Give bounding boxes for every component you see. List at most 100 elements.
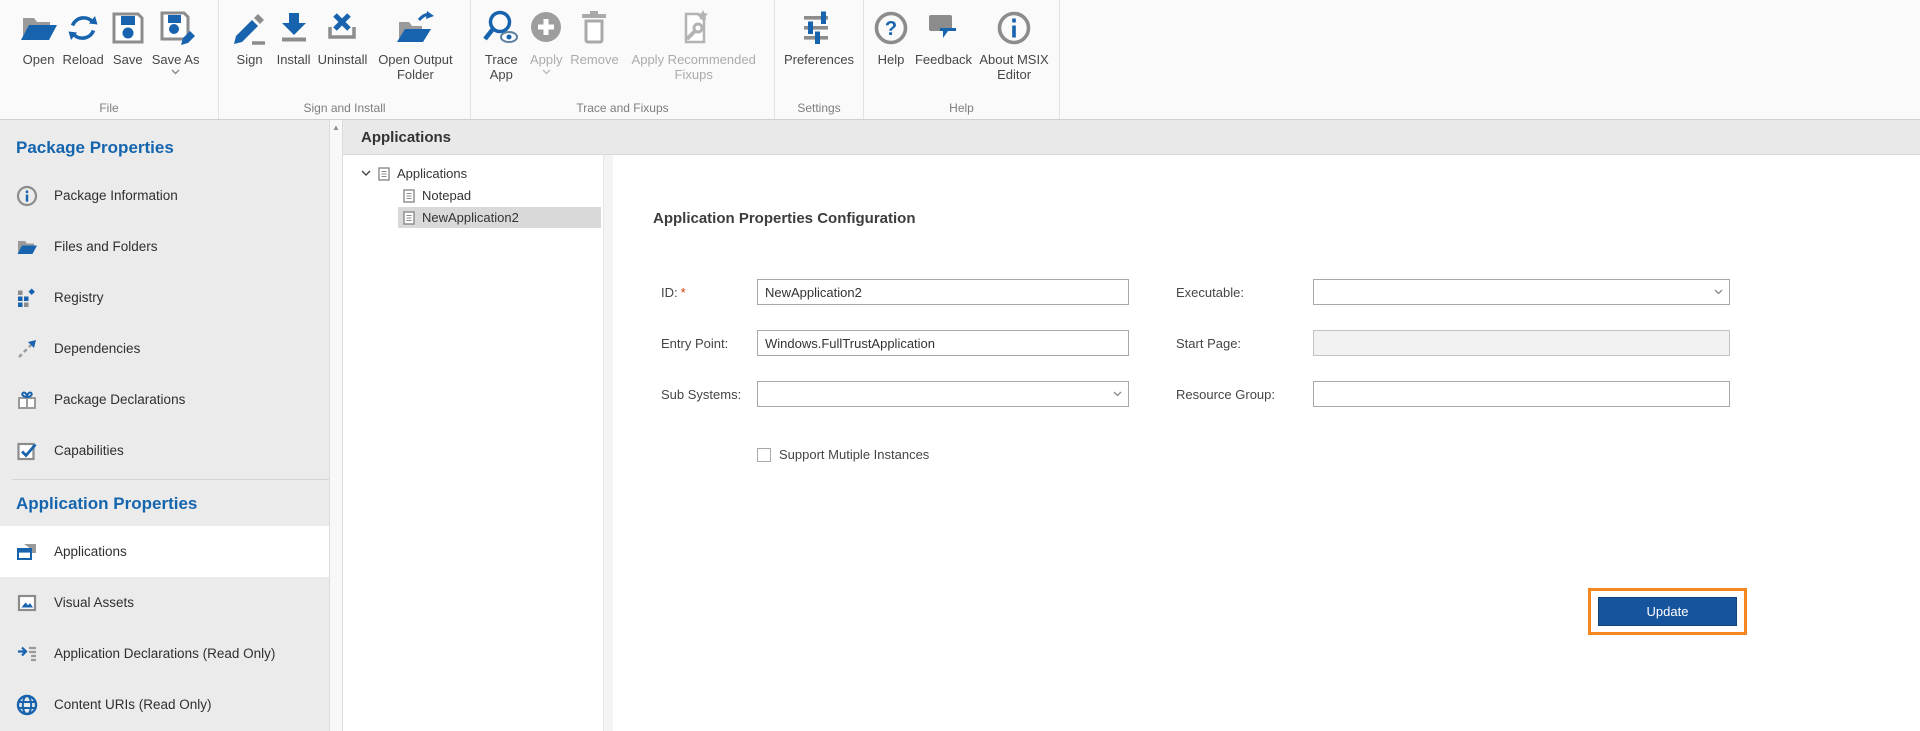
id-input[interactable] [757,279,1129,305]
install-button[interactable]: Install [272,7,316,67]
sidebar-item-registry[interactable]: Registry [0,272,329,323]
help-button[interactable]: ? Help [869,7,913,67]
content-header: Applications [343,120,1920,155]
save-as-button[interactable]: Save As [150,7,202,75]
apply-plus-icon [526,7,566,49]
document-icon [403,211,415,225]
feedback-button[interactable]: Feedback [913,7,974,67]
trace-app-magnifier-icon [481,7,521,49]
sub-systems-combobox[interactable] [757,381,1129,407]
content-area: Applications Applications [343,120,1920,731]
sidebar-item-label: Applications [54,544,127,559]
reload-button-label: Reload [63,52,104,67]
tree-node-newapplication2[interactable]: NewApplication2 [398,207,601,228]
sidebar-item-label: Application Declarations (Read Only) [54,646,275,661]
update-button[interactable]: Update [1598,597,1737,626]
sidebar-item-visual-assets[interactable]: Visual Assets [0,577,329,628]
ribbon-group-file: Open Reload Save Save As [0,0,219,119]
ribbon-empty-space [1060,0,1920,119]
sidebar-item-applications[interactable]: Applications [0,526,329,577]
sidebar-item-package-declarations[interactable]: Package Declarations [0,374,329,425]
install-arrow-icon [274,7,314,49]
start-page-input[interactable] [1313,330,1730,356]
executable-field-label: Executable: [1176,285,1313,300]
sidebar-scrollbar[interactable]: ▲ [329,120,343,731]
about-info-icon [994,7,1034,49]
preferences-sliders-icon [799,7,839,49]
reload-button[interactable]: Reload [61,7,106,67]
trace-app-button[interactable]: Trace App [478,7,524,82]
sidebar-item-dependencies[interactable]: Dependencies [0,323,329,374]
save-button[interactable]: Save [106,7,150,67]
support-multiple-instances-label: Support Mutiple Instances [779,447,929,462]
support-multiple-instances-checkbox[interactable] [757,448,771,462]
sidebar-item-application-declarations[interactable]: Application Declarations (Read Only) [0,628,329,679]
dropdown-arrow-icon[interactable] [1113,391,1122,397]
package-properties-section-header: Package Properties [0,126,329,170]
apply-button[interactable]: Apply [524,7,568,75]
capabilities-check-icon [16,440,38,462]
sidebar-item-capabilities[interactable]: Capabilities [0,425,329,476]
sidebar-item-label: Visual Assets [54,595,134,610]
sign-pencil-icon [230,7,270,49]
globe-icon [16,694,38,716]
about-msix-editor-button[interactable]: About MSIX Editor [974,7,1054,82]
dropdown-arrow-icon[interactable] [1714,289,1723,295]
form-row-subsystems-resourcegroup: Sub Systems: Resource Group: [661,381,1920,407]
registry-icon [16,287,38,309]
uninstall-button[interactable]: Uninstall [316,7,370,67]
remove-button-label: Remove [570,52,618,67]
open-button[interactable]: Open [17,7,61,67]
apply-recommended-fixups-button[interactable]: Apply Recommended Fixups [621,7,767,82]
preferences-button-label: Preferences [784,52,854,67]
help-question-icon: ? [871,7,911,49]
open-output-folder-button[interactable]: Open Output Folder [369,7,461,82]
tree-node-label: Notepad [422,188,471,203]
save-as-icon [156,7,196,49]
group-label-file: File [0,101,218,115]
info-icon [16,185,38,207]
id-field-label: ID:* [661,285,757,300]
application-properties-form: Application Properties Configuration ID:… [613,155,1920,731]
open-button-label: Open [23,52,55,67]
open-output-folder-button-label: Open Output Folder [371,52,459,82]
visual-assets-image-icon [16,592,38,614]
tree-node-applications[interactable]: Applications [343,163,603,184]
main-area: Package Properties Package Information F… [0,120,1920,731]
group-label-sign-and-install: Sign and Install [219,101,470,115]
application-properties-section-header: Application Properties [0,482,329,526]
ribbon-toolbar: Open Reload Save Save As [0,0,1920,120]
sidebar-item-files-and-folders[interactable]: Files and Folders [0,221,329,272]
panel-splitter[interactable] [603,155,613,731]
tree-node-notepad[interactable]: Notepad [398,185,603,206]
ribbon-group-settings: Preferences Settings [775,0,864,119]
preferences-button[interactable]: Preferences [782,7,856,67]
sidebar-item-label: Registry [54,290,104,305]
sidebar-item-package-information[interactable]: Package Information [0,170,329,221]
resource-group-input[interactable] [1313,381,1730,407]
ribbon-group-trace-and-fixups: Trace App Apply Remove [471,0,775,119]
executable-combobox[interactable] [1313,279,1730,305]
sign-button[interactable]: Sign [228,7,272,67]
group-label-help: Help [864,101,1059,115]
feedback-button-label: Feedback [915,52,972,67]
ribbon-group-sign-and-install: Sign Install Uninstall Open Output Folde… [219,0,471,119]
chevron-expander-icon[interactable] [361,170,371,177]
sidebar-item-content-uris[interactable]: Content URIs (Read Only) [0,679,329,730]
entry-point-input[interactable] [757,330,1129,356]
open-output-folder-icon [395,7,435,49]
scroll-up-arrow[interactable]: ▲ [330,120,342,135]
reload-icon [63,7,103,49]
chevron-down-icon [171,69,180,75]
resource-group-field-label: Resource Group: [1176,387,1313,402]
tree-node-label: Applications [397,166,467,181]
open-folder-icon [19,7,59,49]
content-body: Applications Notepad NewApplication2 [343,155,1920,731]
applications-window-icon [16,541,38,563]
form-heading: Application Properties Configuration [653,210,1920,227]
form-row-entrypoint-startpage: Entry Point: Start Page: [661,330,1920,356]
ribbon-group-help: ? Help Feedback About MSIX Editor Help [864,0,1060,119]
sidebar-section-divider [12,479,329,480]
remove-button[interactable]: Remove [568,7,620,67]
navigation-sidebar: Package Properties Package Information F… [0,120,329,731]
